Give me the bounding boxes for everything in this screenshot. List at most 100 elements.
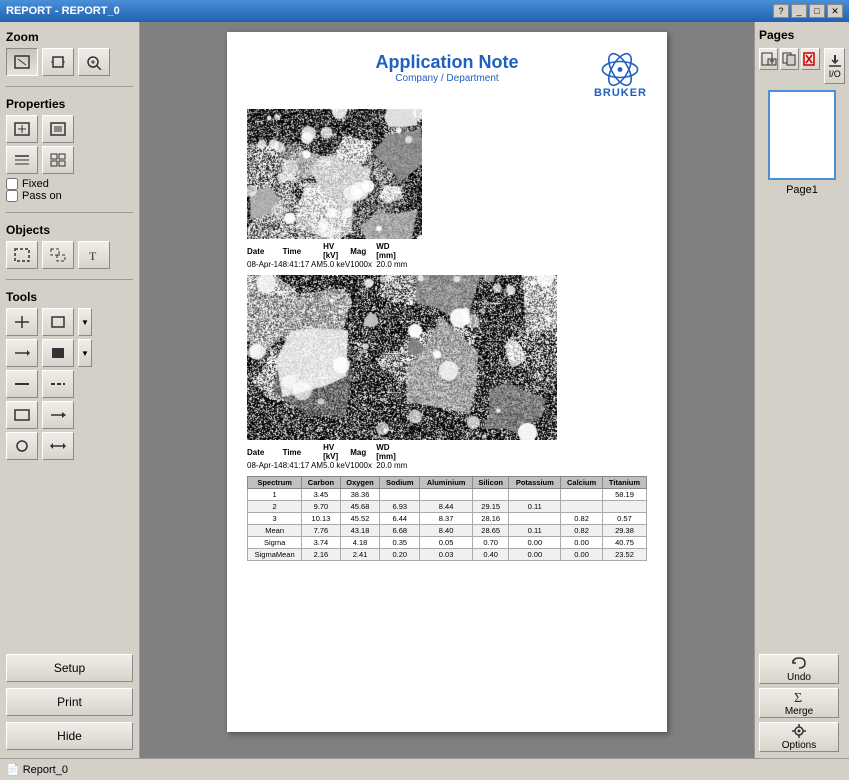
- status-bar: 📄 Report_0: [0, 758, 849, 780]
- table-cell: 29.15: [472, 501, 508, 513]
- table-cell: 45.52: [340, 513, 380, 525]
- options-button[interactable]: Options: [759, 722, 839, 752]
- tool-rect-dropdown[interactable]: ▼: [78, 308, 92, 336]
- meta2-date-val: 08-Apr-14: [247, 461, 283, 470]
- tool-cross-btn[interactable]: [6, 308, 38, 336]
- meta1-mag-header: Mag: [350, 242, 376, 260]
- minimize-button[interactable]: _: [791, 4, 807, 18]
- table-cell: 0.00: [561, 537, 603, 549]
- meta2-time-val: 8:41:17 AM: [283, 461, 323, 470]
- pass-on-checkbox[interactable]: [6, 190, 18, 202]
- table-cell: [380, 489, 420, 501]
- tool-arrow-right-btn[interactable]: [6, 339, 38, 367]
- tool-filled-rect-btn[interactable]: [42, 339, 74, 367]
- fixed-label: Fixed: [22, 178, 49, 190]
- table-cell: 0.57: [602, 513, 646, 525]
- table-cell: 4.18: [340, 537, 380, 549]
- io-button[interactable]: I/O: [824, 48, 845, 84]
- pages-delete-button[interactable]: [801, 48, 820, 70]
- tool-circle-btn[interactable]: [6, 432, 38, 460]
- table-cell: 0.82: [561, 525, 603, 537]
- meta1-time-val: 8:41:17 AM: [283, 260, 323, 269]
- tool-dash-line-btn[interactable]: [42, 370, 74, 398]
- bruker-logo: BRUKER: [594, 52, 647, 99]
- tools-row-5: [6, 432, 133, 460]
- print-button[interactable]: Print: [6, 688, 133, 716]
- hide-button[interactable]: Hide: [6, 722, 133, 750]
- table-cell: 0.00: [561, 549, 603, 561]
- zoom-search-button[interactable]: [78, 48, 110, 76]
- table-cell: 3: [248, 513, 302, 525]
- table-cell: 45.68: [340, 501, 380, 513]
- table-cell: 7.76: [302, 525, 340, 537]
- table-cell: 8.40: [420, 525, 473, 537]
- table-cell: 10.13: [302, 513, 340, 525]
- pass-on-label: Pass on: [22, 190, 62, 202]
- meta1-wd-header: WD[mm]: [376, 242, 407, 260]
- meta1-date-header: Date: [247, 242, 283, 260]
- setup-button[interactable]: Setup: [6, 654, 133, 682]
- properties-section: Properties Fixed: [6, 97, 133, 202]
- table-row: 310.1345.526.448.3728.160.820.57: [248, 513, 647, 525]
- separator-2: [6, 212, 133, 213]
- table-row: 29.7045.686.938.4429.150.11: [248, 501, 647, 513]
- zoom-fit-button[interactable]: [6, 48, 38, 76]
- obj-select-btn[interactable]: [6, 241, 38, 269]
- obj-multiselect-btn[interactable]: [42, 241, 74, 269]
- status-file-item: 📄 Report_0: [6, 763, 68, 776]
- table-cell: 43.18: [340, 525, 380, 537]
- image1-metadata: Date Time HV[kV] Mag WD[mm] 08-Apr-14 8:…: [247, 242, 407, 269]
- merge-button[interactable]: Σ Merge: [759, 688, 839, 718]
- table-cell: [472, 489, 508, 501]
- tools-row-3: [6, 370, 133, 398]
- meta2-hv-header: HV[kV]: [323, 443, 350, 461]
- tool-line-btn[interactable]: [6, 370, 38, 398]
- tool-arrow-right2-btn[interactable]: [42, 401, 74, 429]
- undo-button[interactable]: Undo: [759, 654, 839, 684]
- table-cell: 9.70: [302, 501, 340, 513]
- bruker-text: BRUKER: [594, 87, 647, 99]
- title-bar: REPORT - REPORT_0 ? _ □ ✕: [0, 0, 849, 22]
- obj-text-btn[interactable]: T: [78, 241, 110, 269]
- fixed-checkbox[interactable]: [6, 178, 18, 190]
- table-row: 13.4538.3658.19: [248, 489, 647, 501]
- table-cell: [509, 513, 561, 525]
- page1-thumbnail[interactable]: [768, 90, 836, 180]
- sem-image-1-section: Date Time HV[kV] Mag WD[mm] 08-Apr-14 8:…: [247, 109, 647, 269]
- table-cell: [509, 489, 561, 501]
- pages-duplicate-button[interactable]: [780, 48, 799, 70]
- table-cell: 6.93: [380, 501, 420, 513]
- io-label: I/O: [829, 69, 841, 79]
- table-cell: 8.37: [420, 513, 473, 525]
- help-button[interactable]: ?: [773, 4, 789, 18]
- table-cell: 0.00: [509, 537, 561, 549]
- pages-toolbar: I/O: [759, 48, 845, 84]
- sem-image-2-section: Date Time HV[kV] Mag WD[mm] 08-Apr-14 8:…: [247, 275, 647, 470]
- table-cell: SigmaMean: [248, 549, 302, 561]
- table-cell: 2: [248, 501, 302, 513]
- pages-add-button[interactable]: [759, 48, 778, 70]
- table-row: Mean7.7643.186.688.4028.650.110.8229.38: [248, 525, 647, 537]
- svg-text:T: T: [89, 249, 97, 263]
- tool-double-arrow-btn[interactable]: [42, 432, 74, 460]
- table-cell: 6.44: [380, 513, 420, 525]
- merge-label: Merge: [785, 706, 813, 717]
- zoom-shrink-button[interactable]: [42, 48, 74, 76]
- app-note-title: Application Note: [347, 52, 547, 73]
- prop-btn-4[interactable]: [42, 146, 74, 174]
- prop-btn-1[interactable]: [6, 115, 38, 143]
- main-container: Zoom Properties: [0, 22, 849, 758]
- table-cell: 0.11: [509, 501, 561, 513]
- table-cell: Mean: [248, 525, 302, 537]
- tool-rect-btn[interactable]: [42, 308, 74, 336]
- zoom-label: Zoom: [6, 30, 133, 44]
- close-button[interactable]: ✕: [827, 4, 843, 18]
- col-sodium: Sodium: [380, 477, 420, 489]
- page1-label: Page1: [759, 184, 845, 196]
- tool-box-btn[interactable]: [6, 401, 38, 429]
- meta2-wd-header: WD[mm]: [376, 443, 407, 461]
- tool-filled-rect-dropdown[interactable]: ▼: [78, 339, 92, 367]
- prop-btn-3[interactable]: [6, 146, 38, 174]
- restore-button[interactable]: □: [809, 4, 825, 18]
- prop-btn-2[interactable]: [42, 115, 74, 143]
